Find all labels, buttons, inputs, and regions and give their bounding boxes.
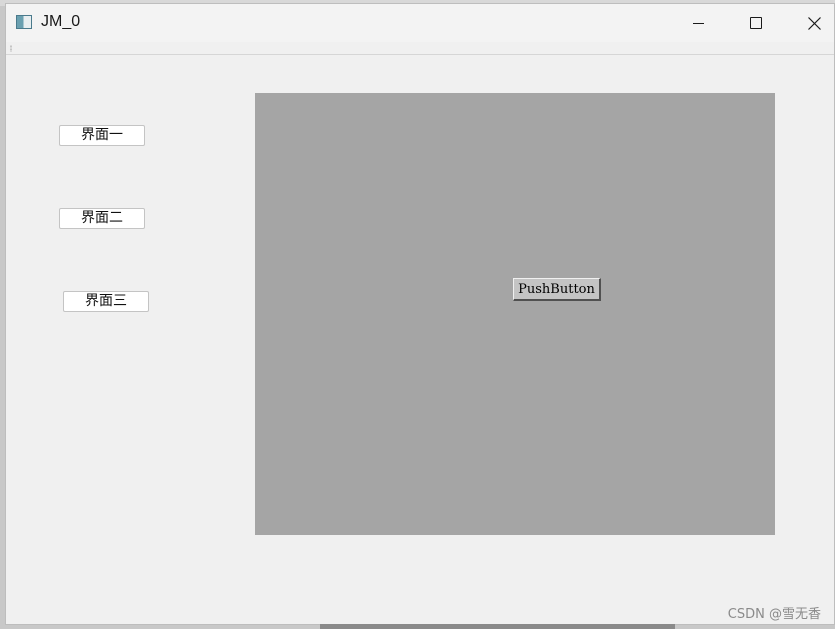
maximize-button[interactable] xyxy=(727,4,785,42)
toolbar-grip-handle[interactable] xyxy=(10,45,12,52)
title-bar[interactable]: JM_0 xyxy=(6,4,834,42)
close-icon xyxy=(807,16,821,30)
push-button[interactable]: PushButton xyxy=(513,278,601,301)
watermark-text: CSDN @雪无香 xyxy=(727,607,821,622)
app-window-icon xyxy=(16,15,32,29)
horizontal-scrollbar[interactable] xyxy=(320,624,675,629)
content-panel: PushButton xyxy=(255,93,775,535)
close-button[interactable] xyxy=(785,4,835,42)
page-two-button[interactable]: 界面二 xyxy=(59,208,145,229)
page-one-button[interactable]: 界面一 xyxy=(59,125,145,146)
minimize-button[interactable] xyxy=(669,4,727,42)
toolbar-area xyxy=(6,42,834,55)
window-title: JM_0 xyxy=(41,13,81,30)
page-three-button[interactable]: 界面三 xyxy=(63,291,149,312)
app-window: JM_0 界面一 界面二 界面三 PushButton xyxy=(5,3,835,625)
maximize-icon xyxy=(750,17,762,29)
minimize-icon xyxy=(692,23,704,24)
